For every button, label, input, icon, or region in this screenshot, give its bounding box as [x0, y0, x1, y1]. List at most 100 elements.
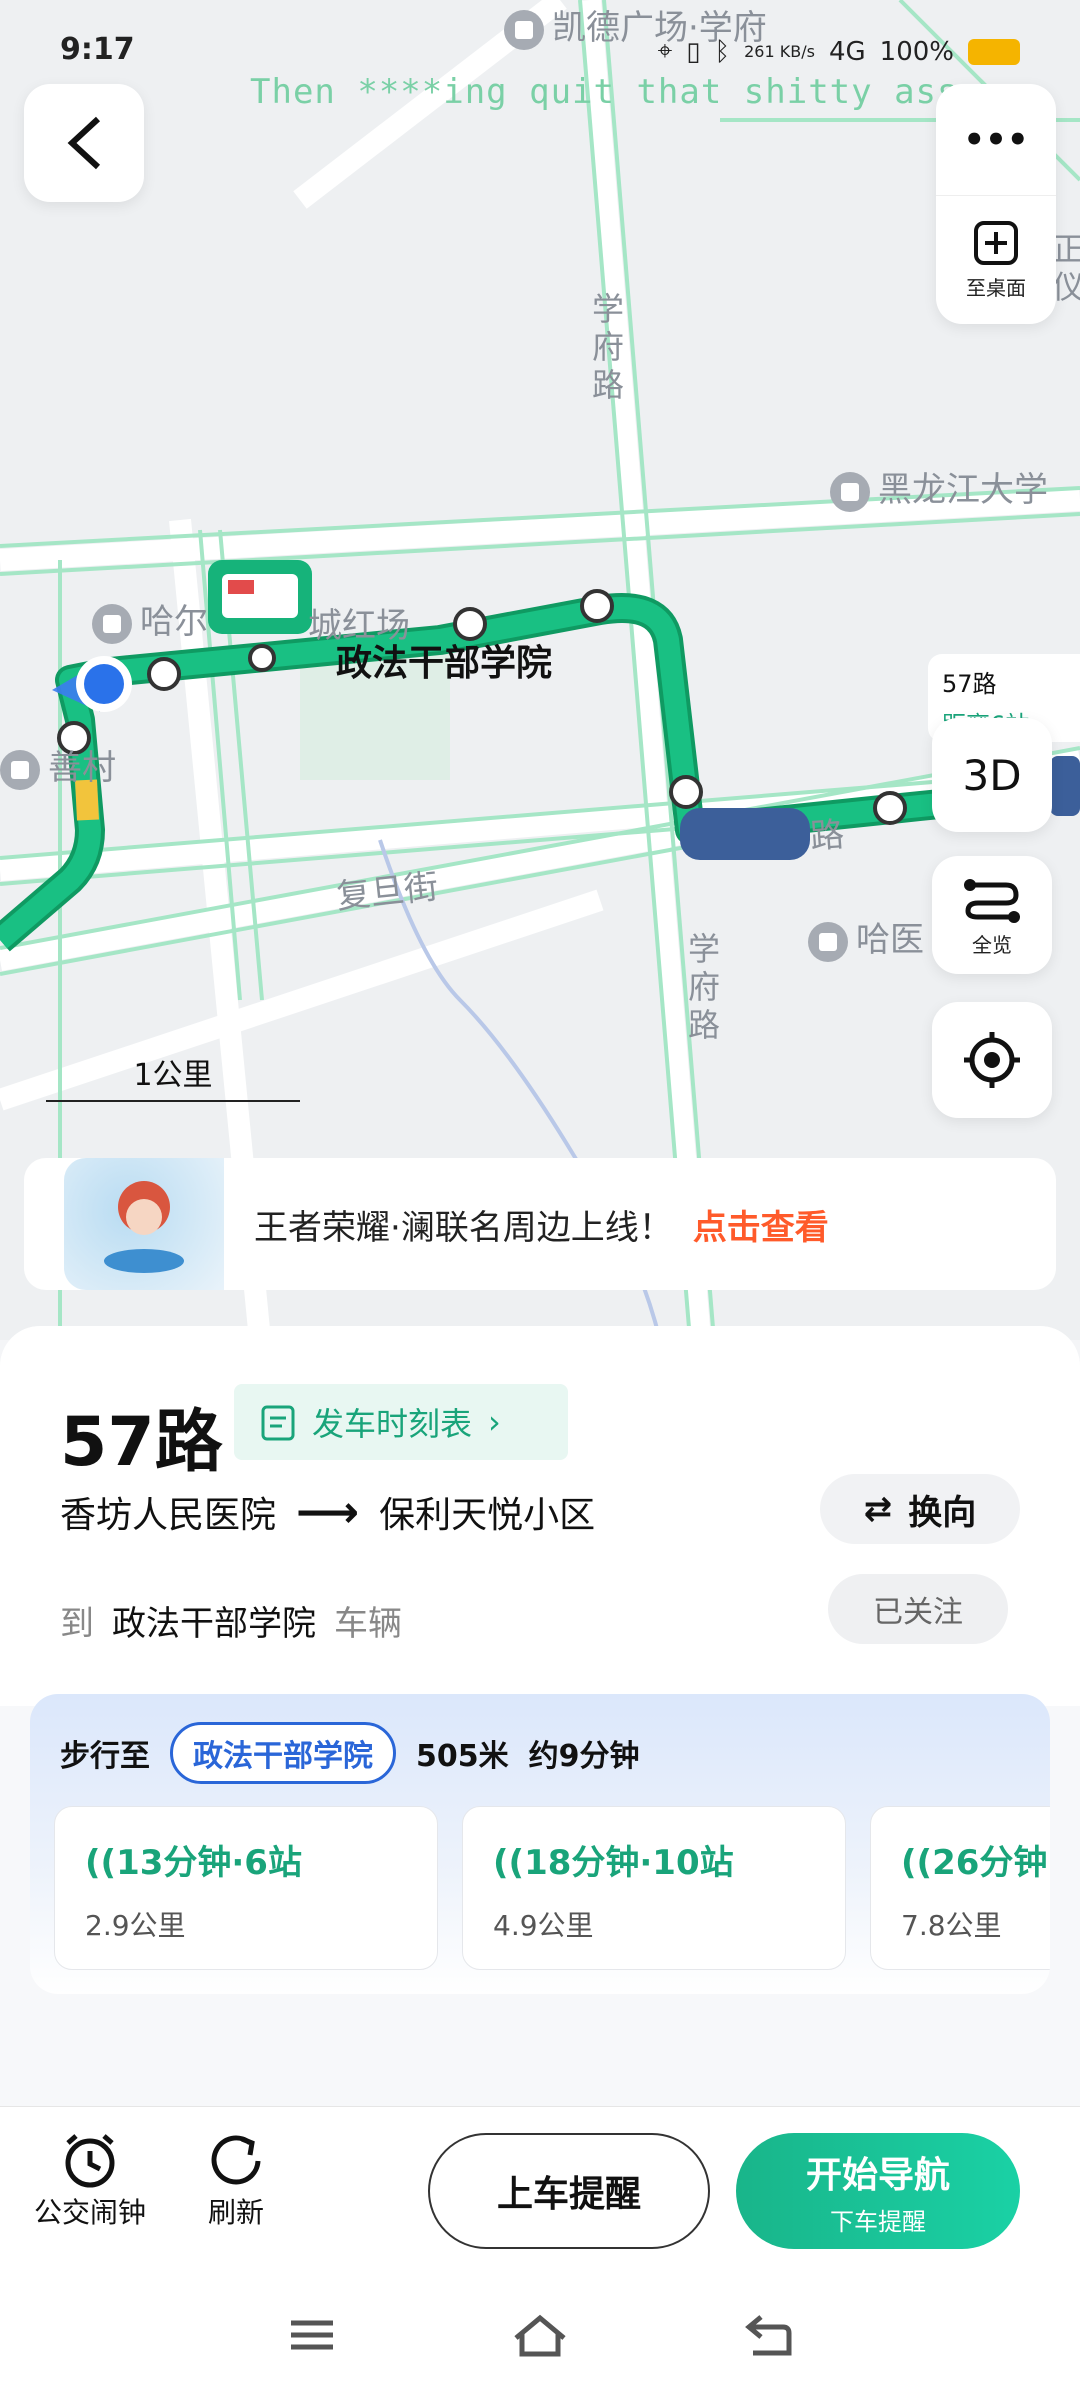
to-desktop-label: 至桌面	[966, 275, 1026, 300]
bus-arrival-list: ((13分钟·6站 2.9公里 ((18分钟·10站 4.9公里 ((26分钟 …	[54, 1806, 1050, 1970]
bus-eta: 13分钟·6站	[116, 1843, 302, 1883]
refresh-icon	[211, 2135, 261, 2185]
character-icon	[104, 1181, 184, 1273]
more-button[interactable]: •••	[936, 84, 1056, 196]
route-header: 57路 发车时刻表 › 香坊人民医院 ⟶ 保利天悦小区 ⇄ 换向 到 政法干部学…	[0, 1326, 1080, 1706]
vibrate-icon: ▯	[686, 36, 701, 67]
bus-alarm-label: 公交闹钟	[34, 2196, 147, 2229]
back-nav-icon[interactable]	[743, 2313, 793, 2357]
menu-icon[interactable]	[287, 2315, 337, 2355]
status-bar: 9:17 ⌖ ▯ ᛒ 261 KB/s 4G 100%	[0, 0, 1080, 80]
poi-hlj-univ[interactable]: 黑龙江大学	[830, 462, 1048, 512]
refresh-button[interactable]: 刷新	[206, 2131, 266, 2231]
overlay-caption: Then ****ing quit that shitty ass	[250, 72, 959, 112]
start-navigation-button[interactable]: 开始导航 下车提醒	[736, 2133, 1020, 2249]
road-label-piece: 路	[808, 814, 846, 858]
net-speed: 261 KB/s	[744, 42, 815, 61]
status-time: 9:17	[60, 32, 135, 67]
route-direction: 香坊人民医院 ⟶ 保利天悦小区	[60, 1486, 595, 1538]
timetable-button[interactable]: 发车时刻表 ›	[234, 1384, 568, 1460]
back-button[interactable]	[24, 84, 144, 202]
route-name: 57路	[60, 1403, 223, 1482]
walk-card: 步行至 政法干部学院 505米 约9分钟 ((13分钟·6站 2.9公里 ((1…	[30, 1694, 1050, 1994]
walk-stop-chip[interactable]: 政法干部学院	[170, 1722, 396, 1784]
place-icon	[0, 749, 40, 790]
more-icon: •••	[963, 119, 1029, 160]
promo-text: 王者荣耀·澜联名周边上线！	[254, 1207, 673, 1248]
map-scale: 1公里	[46, 1050, 300, 1102]
bus-arrival-card[interactable]: ((18分钟·10站 4.9公里	[462, 1806, 846, 1970]
shopping-bag-icon	[92, 603, 132, 644]
walk-info: 步行至 政法干部学院 505米 约9分钟	[60, 1722, 640, 1784]
bus-eta: 18分钟·10站	[524, 1843, 734, 1883]
network-type: 4G	[828, 36, 866, 67]
right-top-panel: ••• 至桌面	[936, 84, 1056, 324]
poi-village-label: 善村	[48, 748, 116, 788]
overview-button[interactable]: 全览	[932, 856, 1052, 974]
refresh-label: 刷新	[207, 2196, 264, 2229]
bottom-action-bar: 公交闹钟 刷新 上车提醒 开始导航 下车提醒	[0, 2106, 1080, 2270]
location-icon: ⌖	[657, 36, 673, 66]
three-d-button[interactable]: 3D	[932, 718, 1052, 832]
target-stop[interactable]: 政法干部学院	[112, 1596, 316, 1645]
locate-icon	[964, 1032, 1020, 1088]
chevron-left-icon	[67, 116, 101, 170]
map-view[interactable]: 凯德广场·学府 黑龙江大学 哈尔 城红场 善村 复旦街 哈医 路 学府路 学府路…	[0, 0, 1080, 1340]
locate-button[interactable]	[932, 1002, 1052, 1118]
overview-label: 全览	[972, 932, 1012, 957]
timetable-label: 发车时刻表	[312, 1405, 473, 1443]
poi-hongchang[interactable]: 哈尔	[92, 594, 208, 644]
road-xuefu-bottom: 学府路	[687, 930, 720, 1044]
route-overview-icon	[964, 878, 1020, 923]
walk-distance: 505米	[416, 1739, 509, 1774]
walk-prefix: 步行至	[60, 1739, 150, 1774]
walk-time: 约9分钟	[528, 1739, 640, 1774]
hospital-icon	[808, 921, 848, 962]
promo-banner[interactable]: 王者荣耀·澜联名周边上线！ 点击查看	[24, 1158, 1056, 1290]
realtime-signal-icon: ((	[85, 1843, 117, 1883]
three-d-label: 3D	[962, 750, 1022, 800]
bus-distance: 4.9公里	[493, 1909, 594, 1942]
bus-alarm-button[interactable]: 公交闹钟	[34, 2131, 146, 2231]
bus-arrival-card[interactable]: ((26分钟 7.8公里	[870, 1806, 1050, 1970]
target-stop-line: 到 政法干部学院 车辆	[60, 1596, 402, 1645]
bus-tag-route: 57路	[942, 670, 997, 698]
poi-village[interactable]: 善村	[0, 740, 116, 790]
followed-button[interactable]: 已关注	[828, 1574, 1008, 1644]
swap-direction-button[interactable]: ⇄ 换向	[820, 1474, 1020, 1544]
promo-link[interactable]: 点击查看	[693, 1200, 829, 1249]
swap-icon: ⇄	[863, 1489, 893, 1529]
battery-percent: 100%	[879, 36, 954, 67]
add-square-icon	[974, 220, 1018, 265]
realtime-signal-icon: ((	[493, 1843, 525, 1883]
poi-hospital-label: 哈医	[856, 920, 924, 960]
school-icon	[830, 471, 870, 512]
system-nav-bar	[0, 2270, 1080, 2400]
board-reminder-button[interactable]: 上车提醒	[428, 2133, 710, 2249]
poi-hongchang-label-a: 哈尔	[140, 602, 208, 642]
poi-hlj-univ-label: 黑龙江大学	[878, 470, 1048, 510]
poi-hospital[interactable]: 哈医	[808, 912, 924, 962]
home-icon[interactable]	[510, 2312, 570, 2358]
to-desktop-button[interactable]: 至桌面	[936, 196, 1056, 324]
start-nav-label: 开始导航	[805, 2154, 950, 2196]
route-sheet: 57路 发车时刻表 › 香坊人民医院 ⟶ 保利天悦小区 ⇄ 换向 到 政法干部学…	[0, 1326, 1080, 2110]
arrow-right-icon: ⟶	[296, 1486, 360, 1538]
alarm-clock-icon	[65, 2134, 115, 2188]
alight-reminder-label: 下车提醒	[830, 2207, 926, 2236]
bluetooth-icon: ᛒ	[714, 36, 731, 67]
vehicle-label[interactable]: 车辆	[334, 1596, 402, 1645]
bus-eta: 26分钟	[932, 1843, 1048, 1883]
origin-stop: 香坊人民医院	[60, 1495, 277, 1536]
realtime-signal-icon: ((	[901, 1843, 933, 1883]
bus-arrival-card[interactable]: ((13分钟·6站 2.9公里	[54, 1806, 438, 1970]
clipboard-icon	[261, 1405, 295, 1441]
current-stop-label[interactable]: 政法干部学院	[336, 634, 552, 686]
destination-stop: 保利天悦小区	[379, 1495, 596, 1536]
bus-distance: 2.9公里	[85, 1909, 186, 1942]
battery-icon	[968, 38, 1020, 65]
promo-character-image	[64, 1158, 224, 1290]
map-scale-label: 1公里	[133, 1058, 213, 1093]
bus-distance: 7.8公里	[901, 1909, 1002, 1942]
to-prefix: 到	[60, 1604, 94, 1644]
